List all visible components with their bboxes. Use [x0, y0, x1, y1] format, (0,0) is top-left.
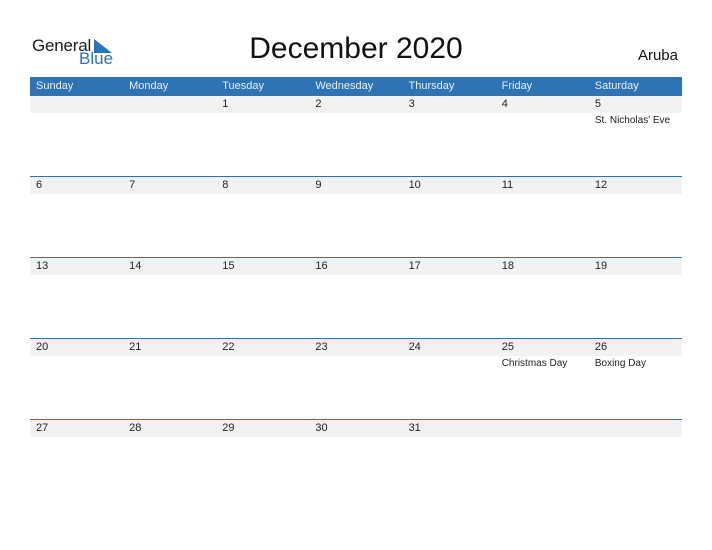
day-cell: 21	[123, 339, 216, 420]
day-number: 11	[501, 179, 514, 191]
day-number: 28	[129, 422, 142, 434]
day-cell: 12	[589, 177, 682, 258]
day-cell: 16	[309, 258, 402, 339]
day-cell: 26 Boxing Day	[589, 339, 682, 420]
holiday-label: St. Nicholas' Eve	[594, 115, 671, 126]
day-cell: 14	[123, 258, 216, 339]
day-cell: 31	[403, 420, 496, 501]
day-cell: 6	[30, 177, 123, 258]
day-number: 27	[36, 422, 49, 434]
day-cell: 3	[403, 96, 496, 177]
day-number: 19	[594, 260, 608, 272]
holiday-label: Boxing Day	[594, 358, 646, 369]
day-number: 1	[222, 98, 229, 110]
weekday-wednesday: Wednesday	[315, 80, 374, 92]
day-cell: 8	[216, 177, 309, 258]
day-cell	[589, 420, 682, 501]
day-number: 6	[36, 179, 43, 191]
day-number: 22	[222, 341, 235, 353]
day-number: 18	[501, 260, 514, 272]
day-cell: 9	[309, 177, 402, 258]
country-label: Aruba	[637, 47, 678, 64]
day-cell: 18	[496, 258, 589, 339]
day-cell: 27	[30, 420, 123, 501]
week-row: 1 2 3 4 5 St. Nicholas' Eve	[30, 96, 682, 177]
day-number: 7	[129, 179, 136, 191]
holiday-label: Christmas Day	[501, 358, 568, 369]
day-number: 9	[315, 179, 322, 191]
day-cell: 11	[496, 177, 589, 258]
day-cell: 10	[403, 177, 496, 258]
day-number: 24	[408, 341, 421, 353]
day-number: 4	[501, 98, 508, 110]
day-number: 13	[36, 260, 49, 272]
day-cell: 20	[30, 339, 123, 420]
day-number: 2	[315, 98, 322, 110]
day-cell: 4	[496, 96, 589, 177]
day-cell: 23	[309, 339, 402, 420]
day-cell	[496, 420, 589, 501]
day-number: 26	[594, 341, 608, 353]
day-number: 21	[129, 341, 142, 353]
day-number: 14	[129, 260, 142, 272]
weekday-sunday: Sunday	[36, 80, 74, 92]
day-number: 3	[408, 98, 415, 110]
weekday-thursday: Thursday	[408, 80, 455, 92]
day-number: 12	[594, 179, 608, 191]
day-cell	[30, 96, 123, 177]
day-cell: 17	[403, 258, 496, 339]
day-cell: 28	[123, 420, 216, 501]
day-number: 5	[594, 98, 601, 110]
day-number: 31	[408, 422, 421, 434]
day-cell: 2	[309, 96, 402, 177]
day-cell: 7	[123, 177, 216, 258]
day-number: 20	[36, 341, 49, 353]
day-cell: 5 St. Nicholas' Eve	[589, 96, 682, 177]
day-cell: 19	[589, 258, 682, 339]
weekday-tuesday: Tuesday	[222, 80, 265, 92]
day-cell: 30	[309, 420, 402, 501]
weekday-header: Sunday Monday Tuesday Wednesday Thursday…	[30, 77, 682, 96]
weekday-monday: Monday	[129, 80, 169, 92]
weekday-saturday: Saturday	[594, 80, 639, 92]
day-number: 15	[222, 260, 235, 272]
day-number: 8	[222, 179, 229, 191]
day-cell: 24	[403, 339, 496, 420]
day-number: 25	[501, 341, 514, 353]
day-number: 23	[315, 341, 328, 353]
day-cell: 22	[216, 339, 309, 420]
weekday-friday: Friday	[501, 80, 533, 92]
day-cell: 13	[30, 258, 123, 339]
day-cell	[123, 96, 216, 177]
day-cell: 25 Christmas Day	[496, 339, 589, 420]
day-cell: 1	[216, 96, 309, 177]
day-number: 30	[315, 422, 328, 434]
day-number: 10	[408, 179, 421, 191]
day-number: 29	[222, 422, 235, 434]
week-row: 6 7 8 9 10 11 12	[30, 176, 682, 258]
day-number: 16	[315, 260, 328, 272]
week-row: 20 21 22 23 24 25 Christmas Day 26 Boxing Day	[30, 338, 682, 420]
week-row: 13 14 15 16 17 18 19	[30, 257, 682, 339]
day-cell: 15	[216, 258, 309, 339]
day-number: 17	[408, 260, 421, 272]
week-row: 27 28 29 30 31	[30, 419, 682, 501]
day-cell: 29	[216, 420, 309, 501]
page-title: December 2020	[249, 32, 463, 65]
